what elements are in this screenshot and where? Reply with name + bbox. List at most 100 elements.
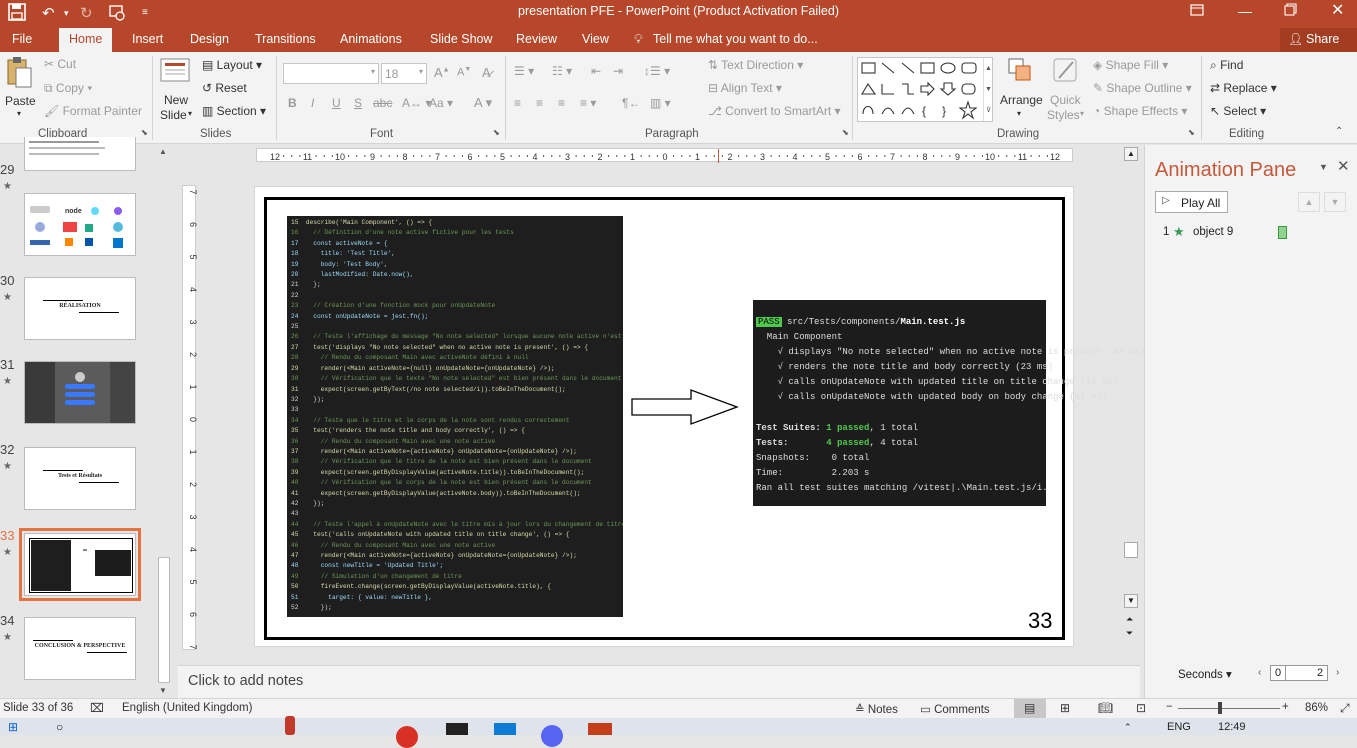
change-case-icon[interactable]: Aa ▾: [429, 96, 453, 110]
slide-thumbnail-30[interactable]: RÉALISATION: [24, 277, 136, 340]
align-left-icon[interactable]: ≡: [514, 96, 521, 110]
search-icon[interactable]: ○: [56, 720, 63, 734]
share-button[interactable]: 👤︎ Share: [1280, 28, 1357, 52]
test-results-screenshot[interactable]: PASS src/Tests/components/Main.test.js M…: [753, 300, 1145, 506]
clipboard-launcher-icon[interactable]: ⬊: [141, 128, 148, 137]
decrease-font-icon[interactable]: A▼: [457, 66, 471, 79]
ribbon-display-icon[interactable]: [1190, 3, 1204, 20]
tab-animations[interactable]: Animations: [340, 32, 402, 46]
font-size-input[interactable]: 18 ▾: [381, 63, 427, 84]
font-name-dropdown-icon[interactable]: ▾: [371, 67, 375, 76]
bullets-icon[interactable]: ☰ ▾: [514, 64, 534, 78]
underline-icon[interactable]: U: [332, 96, 341, 110]
scroll-thumb[interactable]: [1124, 542, 1138, 558]
scroll-up-icon[interactable]: ▲: [1124, 147, 1138, 161]
zoom-in-icon[interactable]: +: [1282, 701, 1289, 713]
pane-close-icon[interactable]: ✕: [1337, 157, 1350, 175]
slide-thumbnail-31[interactable]: [24, 361, 136, 424]
tab-review[interactable]: Review: [516, 32, 557, 46]
shape-outline-button[interactable]: ✎ Shape Outline ▾: [1093, 81, 1192, 95]
italic-icon[interactable]: I: [311, 96, 314, 110]
previous-slide-icon[interactable]: ⏶: [1126, 614, 1133, 625]
language-status[interactable]: English (United Kingdom): [122, 702, 252, 714]
slide-thumbnail-33[interactable]: [19, 528, 141, 601]
new-slide-button[interactable]: New Slide ▾: [158, 56, 196, 126]
timeline-left-icon[interactable]: ‹: [1258, 667, 1261, 678]
drawing-launcher-icon[interactable]: ⬊: [1188, 128, 1195, 137]
scroll-thumb[interactable]: [158, 557, 170, 683]
convert-smartart-button[interactable]: ⎇ Convert to SmartArt ▾: [708, 104, 841, 118]
start-icon[interactable]: ⊞: [8, 720, 18, 734]
next-slide-icon[interactable]: ⏷: [1126, 628, 1133, 639]
paste-button[interactable]: Paste ▾: [4, 56, 36, 118]
section-button[interactable]: ▥ Section ▾: [202, 104, 266, 118]
tell-me-box[interactable]: Tell me what you want to do...: [653, 32, 818, 46]
spell-check-icon[interactable]: ⌧: [90, 701, 104, 715]
font-name-input[interactable]: ▾: [283, 63, 379, 84]
scroll-up-icon[interactable]: ▲: [159, 147, 167, 156]
notes-button[interactable]: ≙ Notes: [855, 702, 898, 716]
tab-slide-show[interactable]: Slide Show: [430, 32, 493, 46]
editor-scrollbar[interactable]: ▲ ▼ ⏶ ⏷: [1124, 147, 1139, 639]
reset-button[interactable]: ↺ Reset: [202, 81, 247, 95]
shapes-gallery[interactable]: {} ▲ ▼ ⊽: [857, 57, 993, 122]
reading-view-icon[interactable]: 📖︎: [1098, 701, 1113, 715]
scroll-down-icon[interactable]: ▼: [1124, 594, 1138, 608]
seconds-dropdown[interactable]: Seconds ▾: [1178, 667, 1232, 681]
shape-effects-button[interactable]: ◔ Shape Effects ▾: [1093, 104, 1187, 118]
restore-icon[interactable]: [1284, 3, 1297, 19]
slide-thumbnail-32[interactable]: Tests et Résultats: [24, 447, 136, 510]
tab-transitions[interactable]: Transitions: [255, 32, 316, 46]
replace-button[interactable]: ⇄ Replace ▾: [1210, 81, 1277, 95]
slide-thumbnail-34[interactable]: CONCLUSION & PERSPECTIVE: [24, 617, 136, 680]
format-painter-button[interactable]: 🖌︎ Format Painter: [44, 104, 142, 118]
zoom-slider-thumb[interactable]: [1218, 702, 1222, 714]
clock[interactable]: 12:49: [1218, 721, 1246, 733]
increase-indent-icon[interactable]: ⇥: [613, 64, 623, 78]
shapes-scroll[interactable]: ▲ ▼ ⊽: [983, 58, 993, 121]
discord-icon[interactable]: [541, 725, 563, 747]
tab-insert[interactable]: Insert: [132, 32, 163, 46]
pane-options-icon[interactable]: ▼: [1319, 162, 1328, 172]
arrange-button[interactable]: Arrange ▾: [998, 56, 1044, 126]
notes-placeholder[interactable]: Click to add notes: [188, 673, 303, 689]
slide-thumbnail-28[interactable]: [24, 137, 136, 171]
font-size-dropdown-icon[interactable]: ▾: [419, 67, 423, 76]
scroll-down-icon[interactable]: ▼: [159, 686, 167, 695]
bold-icon[interactable]: B: [288, 96, 297, 110]
paragraph-launcher-icon[interactable]: ⬊: [842, 128, 849, 137]
line-spacing-icon[interactable]: ↕☰ ▾: [644, 64, 670, 78]
align-right-icon[interactable]: ≡: [558, 96, 565, 110]
timeline-right-icon[interactable]: ›: [1336, 667, 1339, 678]
find-button[interactable]: ⌕ Find: [1210, 58, 1243, 73]
right-arrow-shape[interactable]: [631, 389, 741, 425]
tray-up-icon[interactable]: ⌃: [1124, 722, 1132, 733]
powerpoint-taskbar-icon[interactable]: [588, 723, 612, 735]
app-icon[interactable]: [285, 716, 295, 735]
justify-icon[interactable]: ≡ ▾: [580, 96, 596, 110]
layout-button[interactable]: ▤ Layout ▾: [202, 58, 262, 72]
columns-icon[interactable]: ▥ ▾: [650, 96, 671, 110]
shadow-icon[interactable]: S: [354, 96, 362, 110]
minimize-icon[interactable]: —: [1238, 3, 1252, 19]
tab-view[interactable]: View: [582, 32, 609, 46]
thumbnails-scrollbar[interactable]: ▲ ▼: [157, 147, 171, 695]
notes-pane[interactable]: Click to add notes: [178, 665, 1140, 698]
slide-sorter-icon[interactable]: ⊞: [1060, 701, 1070, 715]
quick-styles-button[interactable]: Quick Styles ▾: [1046, 56, 1086, 126]
terminal-icon[interactable]: [446, 723, 468, 735]
play-all-button[interactable]: ▷ Play All: [1155, 191, 1228, 213]
vscode-icon[interactable]: [494, 723, 516, 735]
zoom-out-icon[interactable]: −: [1166, 701, 1173, 713]
numbering-icon[interactable]: ☷ ▾: [552, 64, 572, 78]
char-spacing-icon[interactable]: A↔ ▾: [402, 96, 431, 110]
chrome-icon[interactable]: [396, 726, 418, 748]
slide-show-icon[interactable]: ⊡: [1136, 701, 1146, 715]
copy-button[interactable]: ⧉ Copy ▾: [44, 81, 92, 96]
tab-home[interactable]: Home: [59, 28, 113, 52]
zoom-slider[interactable]: [1178, 708, 1280, 709]
font-launcher-icon[interactable]: ⬊: [493, 128, 500, 137]
text-direction-button[interactable]: ⇅ Text Direction ▾: [708, 58, 803, 72]
tab-design[interactable]: Design: [190, 32, 229, 46]
animation-item[interactable]: 1 ★ object 9: [1155, 223, 1350, 243]
